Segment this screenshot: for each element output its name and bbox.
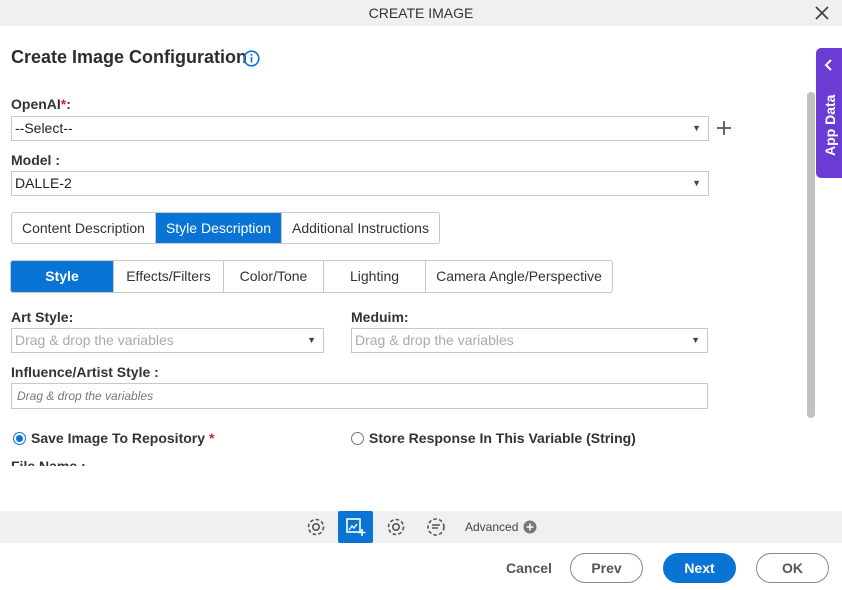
add-icon[interactable] [716,120,732,136]
style-tabs: Style Effects/Filters Color/Tone Lightin… [10,260,613,293]
description-tabs: Content Description Style Description Ad… [11,212,440,244]
art-style-label: Art Style: [11,309,74,325]
influence-label: Influence/Artist Style : [11,364,159,380]
medium-placeholder: Drag & drop the variables [355,332,514,348]
settings-icon[interactable] [305,516,327,538]
create-image-icon-button[interactable] [338,511,373,543]
image-add-icon [346,518,366,536]
required-mark: * [209,430,215,446]
tab-lighting[interactable]: Lighting [324,261,426,292]
dialog-title: CREATE IMAGE [368,5,474,21]
influence-input[interactable]: Drag & drop the variables [11,383,708,409]
save-image-radio[interactable]: Save Image To Repository * [13,430,214,446]
dropdown-caret-icon: ▼ [692,178,701,188]
radio-selected-icon [13,431,26,445]
list-settings-icon[interactable] [425,516,447,538]
app-data-label: App Data [822,94,838,156]
tab-style[interactable]: Style [11,261,114,292]
cancel-button[interactable]: Cancel [506,560,552,576]
store-response-label: Store Response In This Variable (String) [369,430,636,446]
ok-button[interactable]: OK [756,553,829,583]
advanced-label[interactable]: Advanced [465,520,518,534]
dropdown-caret-icon: ▼ [691,335,700,345]
close-icon[interactable] [812,3,832,23]
dropdown-caret-icon: ▼ [692,123,701,133]
prev-button[interactable]: Prev [570,553,643,583]
tab-style-description[interactable]: Style Description [155,213,282,243]
tab-camera-angle-perspective[interactable]: Camera Angle/Perspective [426,261,612,292]
model-label: Model : [11,152,60,168]
plus-circle-icon[interactable] [523,520,537,534]
tab-color-tone[interactable]: Color/Tone [224,261,324,292]
save-image-label: Save Image To Repository [31,430,206,446]
tab-additional-instructions[interactable]: Additional Instructions [282,213,439,243]
file-name-label: File Name : [11,460,86,466]
influence-placeholder: Drag & drop the variables [17,389,154,403]
openai-label: OpenAI*: [11,96,71,112]
page-title: Create Image Configuration [11,47,248,67]
bottom-toolbar: Advanced [0,511,842,543]
model-select-value: DALLE-2 [15,175,72,191]
openai-label-text: OpenAI [11,96,61,112]
scrollbar[interactable] [807,92,815,418]
medium-label: Meduim: [351,309,409,325]
art-style-placeholder: Drag & drop the variables [15,332,174,348]
tab-content-description[interactable]: Content Description [12,213,156,243]
radio-unselected-icon [351,431,364,445]
model-select[interactable]: DALLE-2 ▼ [11,171,709,196]
openai-select[interactable]: --Select-- ▼ [11,116,709,141]
next-button[interactable]: Next [663,553,736,583]
dialog-title-bar: CREATE IMAGE [0,0,842,26]
medium-select[interactable]: Drag & drop the variables ▼ [351,328,708,353]
settings-icon[interactable] [385,516,407,538]
dropdown-caret-icon: ▼ [307,335,316,345]
app-data-panel-toggle[interactable]: App Data [816,48,842,178]
tab-effects-filters[interactable]: Effects/Filters [114,261,224,292]
art-style-select[interactable]: Drag & drop the variables ▼ [11,328,324,353]
chevron-left-icon [824,59,832,71]
openai-label-colon: : [66,96,71,112]
store-response-radio[interactable]: Store Response In This Variable (String) [351,430,636,446]
openai-select-value: --Select-- [15,120,73,136]
info-icon[interactable] [243,50,260,67]
